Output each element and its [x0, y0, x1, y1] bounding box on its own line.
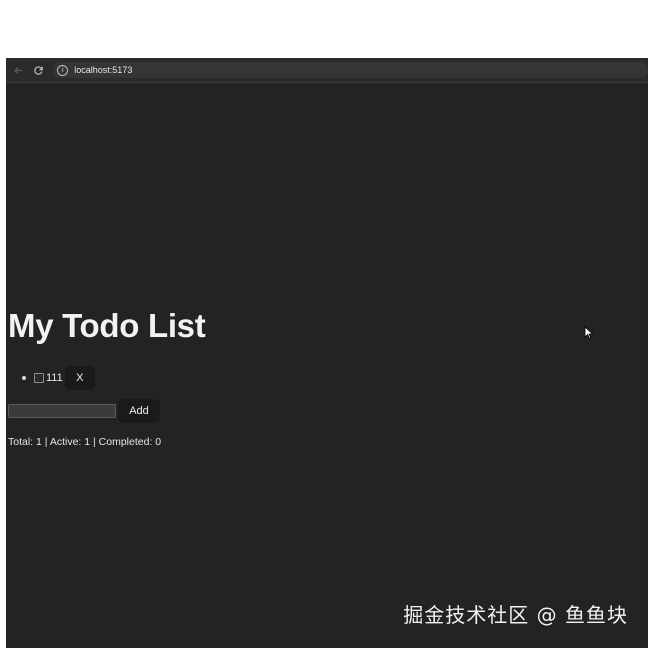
reload-icon — [34, 65, 43, 75]
reload-button[interactable] — [32, 63, 46, 77]
address-bar: i localhost:5173 — [6, 58, 648, 83]
url-field[interactable]: i localhost:5173 — [53, 62, 648, 78]
new-todo-input[interactable] — [8, 404, 116, 418]
arrow-left-icon — [14, 66, 23, 74]
info-icon[interactable]: i — [57, 64, 69, 76]
todo-checkbox[interactable] — [34, 373, 44, 383]
browser-window: i localhost:5173 My Todo List 111 X Add … — [6, 58, 648, 648]
top-margin — [0, 0, 648, 58]
add-todo-row: Add — [8, 399, 160, 423]
back-button[interactable] — [12, 63, 26, 77]
mouse-cursor-icon — [584, 326, 594, 340]
add-button[interactable]: Add — [118, 399, 160, 423]
todo-item: 111 X — [22, 365, 95, 391]
app-page: My Todo List 111 X Add Total: 1 | Active… — [6, 83, 648, 648]
list-bullet — [22, 376, 26, 380]
url-text: localhost:5173 — [74, 65, 133, 75]
todo-stats: Total: 1 | Active: 1 | Completed: 0 — [8, 436, 162, 448]
watermark: 掘金技术社区 @ 鱼鱼块 — [403, 603, 628, 627]
todo-text: 111 — [46, 372, 63, 384]
delete-todo-button[interactable]: X — [64, 366, 95, 390]
todo-list: 111 X — [22, 365, 95, 391]
page-title: My Todo List — [8, 307, 206, 344]
